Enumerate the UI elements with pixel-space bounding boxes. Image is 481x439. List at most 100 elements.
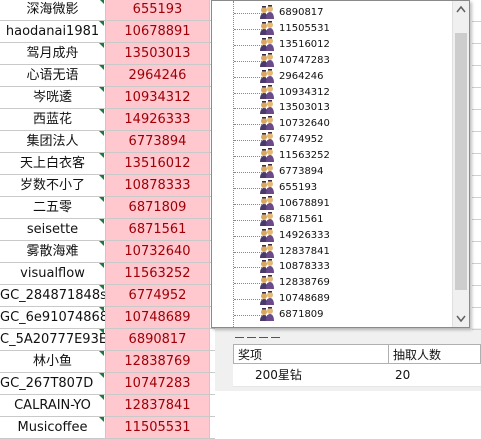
nickname-cell[interactable]: 驾月成舟 xyxy=(0,43,106,65)
user-id-cell[interactable]: 655193 xyxy=(106,0,210,21)
comment-marker-icon xyxy=(99,153,104,158)
table-row[interactable]: 岁数不小了 10878333 xyxy=(0,175,215,197)
scroll-down-button[interactable] xyxy=(453,310,469,327)
winner-list-popup[interactable]: 6890817 11505531 13516012 10747283 2964246 10… xyxy=(211,0,470,328)
nickname-cell[interactable]: 深海微影 xyxy=(0,0,106,21)
list-item[interactable]: 6773894 xyxy=(212,164,452,179)
table-row[interactable]: 深海微影 655193 xyxy=(0,0,215,21)
nickname-cell[interactable]: 岁数不小了 xyxy=(0,175,106,197)
list-item[interactable]: 10747283 xyxy=(212,52,452,68)
nickname-cell[interactable]: GC_6e91074868 xyxy=(0,307,106,329)
table-row[interactable]: 林小鱼 12838769 xyxy=(0,351,215,373)
user-id-cell[interactable]: 10747283 xyxy=(106,373,210,395)
user-id-cell[interactable]: 6774952 xyxy=(106,285,210,307)
nickname-cell[interactable]: 二五零 xyxy=(0,197,106,219)
list-item[interactable]: 10934312 xyxy=(212,84,452,100)
list-item[interactable]: 11563252 xyxy=(212,148,452,163)
user-id-cell[interactable]: 11563252 xyxy=(106,263,210,285)
list-item[interactable]: 14926333 xyxy=(212,227,452,243)
table-row[interactable]: GC_284871848sa 6774952 xyxy=(0,285,215,307)
nickname-cell[interactable]: 西蓝花 xyxy=(0,109,106,131)
nickname-cell[interactable]: Musicoffee xyxy=(0,417,106,439)
nickname-cell[interactable]: CALRAIN-YO xyxy=(0,395,106,417)
nickname-cell[interactable]: GC_267T807D xyxy=(0,373,106,395)
table-row[interactable]: seisette 6871561 xyxy=(0,219,215,241)
nickname-cell[interactable]: 集团法人 xyxy=(0,131,106,153)
user-id-cell[interactable]: 10878333 xyxy=(106,175,210,197)
user-id-cell[interactable]: 6773894 xyxy=(106,131,210,153)
user-group-icon xyxy=(260,227,274,242)
user-id-cell[interactable]: 11505531 xyxy=(106,417,210,439)
list-item[interactable]: 10678891 xyxy=(212,195,452,211)
table-row[interactable]: C_5A20777E93E 6890817 xyxy=(0,329,215,351)
table-row[interactable]: GC_6e91074868 10748689 xyxy=(0,307,215,329)
comment-marker-icon xyxy=(99,241,104,246)
comment-marker-icon xyxy=(99,329,104,334)
list-item[interactable]: 10878333 xyxy=(212,259,452,274)
list-item[interactable]: 12838769 xyxy=(212,275,452,290)
nickname-cell[interactable]: 岑咣逶 xyxy=(0,87,106,109)
list-item[interactable]: 6774952 xyxy=(212,132,452,147)
user-id-cell[interactable]: 10748689 xyxy=(106,307,210,329)
user-id-cell[interactable]: 12837841 xyxy=(106,395,210,417)
list-item[interactable]: 13516012 xyxy=(212,36,452,52)
user-id-cell[interactable]: 10934312 xyxy=(106,87,210,109)
scroll-thumb[interactable] xyxy=(455,33,467,290)
table-row[interactable]: Musicoffee 11505531 xyxy=(0,417,215,439)
list-item[interactable]: 2964246 xyxy=(212,68,452,84)
user-id-cell[interactable]: 14926333 xyxy=(106,109,210,131)
list-item[interactable]: 11505531 xyxy=(212,20,452,36)
table-row[interactable]: 200星钻 20 xyxy=(233,364,481,387)
table-row[interactable]: 雾散海难 10732640 xyxy=(0,241,215,263)
user-id-cell[interactable]: 10732640 xyxy=(106,241,210,263)
user-id-cell[interactable]: 13516012 xyxy=(106,153,210,175)
table-row[interactable]: 集团法人 6773894 xyxy=(0,131,215,153)
user-id-cell[interactable]: 6871809 xyxy=(106,197,210,219)
nickname-cell[interactable]: haodanai1981 xyxy=(0,21,106,43)
table-row[interactable]: GC_267T807D 10747283 xyxy=(0,373,215,395)
user-id-cell[interactable]: 2964246 xyxy=(106,65,210,87)
table-row[interactable]: 二五零 6871809 xyxy=(0,197,215,219)
nickname-text: 天上白衣客 xyxy=(19,156,85,171)
winner-tree[interactable]: 6890817 11505531 13516012 10747283 2964246 10… xyxy=(212,1,452,327)
list-item[interactable]: 12837841 xyxy=(212,243,452,259)
prize-column-header[interactable]: 奖项 xyxy=(233,344,389,364)
next-column-cell[interactable] xyxy=(210,417,215,439)
table-row[interactable]: visualflow 11563252 xyxy=(0,263,215,285)
vertical-scrollbar[interactable] xyxy=(452,1,469,327)
winner-id-label: 10678891 xyxy=(279,197,330,209)
nickname-text: 心语无语 xyxy=(26,68,79,83)
user-id-cell[interactable]: 12838769 xyxy=(106,351,210,373)
table-row[interactable]: 岑咣逶 10934312 xyxy=(0,87,215,109)
user-id-cell[interactable]: 6871561 xyxy=(106,219,210,241)
list-item[interactable]: 6871809 xyxy=(212,307,452,322)
scroll-up-button[interactable] xyxy=(453,1,469,18)
comment-marker-icon xyxy=(99,21,104,26)
table-row[interactable]: CALRAIN-YO 12837841 xyxy=(0,395,215,417)
table-row[interactable]: 西蓝花 14926333 xyxy=(0,109,215,131)
nickname-cell[interactable]: GC_284871848sa xyxy=(0,285,106,307)
list-item[interactable]: 13503013 xyxy=(212,100,452,115)
list-item[interactable]: 6871561 xyxy=(212,211,452,227)
list-item[interactable]: 6890817 xyxy=(212,5,452,20)
user-id-cell[interactable]: 10678891 xyxy=(106,21,210,43)
nickname-cell[interactable]: C_5A20777E93E xyxy=(0,329,106,351)
list-item[interactable]: 655193 xyxy=(212,179,452,195)
user-id-cell[interactable]: 6890817 xyxy=(106,329,210,351)
list-item[interactable]: 10748689 xyxy=(212,291,452,306)
list-item[interactable]: 10732640 xyxy=(212,116,452,131)
nickname-cell[interactable]: 天上白衣客 xyxy=(0,153,106,175)
nickname-cell[interactable]: 林小鱼 xyxy=(0,351,106,373)
nickname-cell[interactable]: 雾散海难 xyxy=(0,241,106,263)
count-column-header[interactable]: 抽取人数 xyxy=(388,344,481,364)
nickname-cell[interactable]: seisette xyxy=(0,219,106,241)
user-group-icon xyxy=(260,243,274,258)
table-row[interactable]: 驾月成舟 13503013 xyxy=(0,43,215,65)
next-column-cell[interactable] xyxy=(210,395,215,417)
nickname-cell[interactable]: visualflow xyxy=(0,263,106,285)
table-row[interactable]: haodanai1981 10678891 xyxy=(0,21,215,43)
table-row[interactable]: 天上白衣客 13516012 xyxy=(0,153,215,175)
user-id-cell[interactable]: 13503013 xyxy=(106,43,210,65)
nickname-cell[interactable]: 心语无语 xyxy=(0,65,106,87)
table-row[interactable]: 心语无语 2964246 xyxy=(0,65,215,87)
